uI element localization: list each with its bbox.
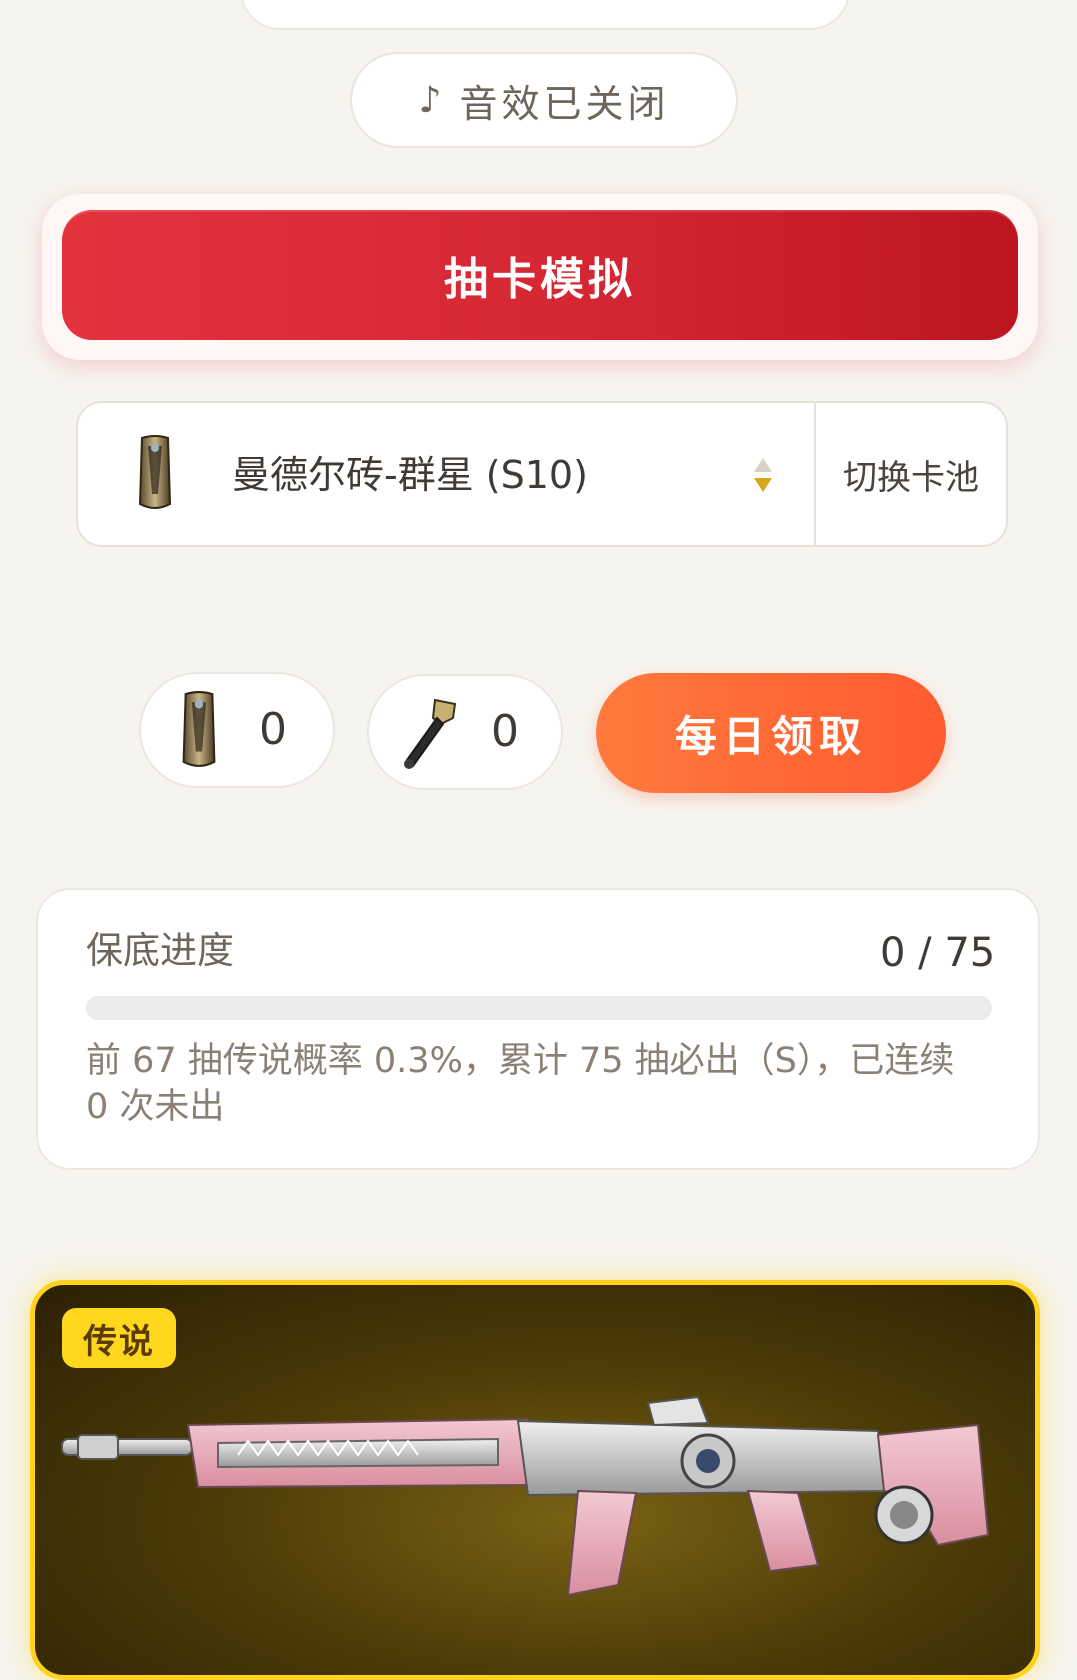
pity-description: 前 67 抽传说概率 0.3%，累计 75 抽必出（S），已连续 0 次未出 [86,1041,955,1127]
daily-claim-button[interactable]: 每日领取 [596,673,946,793]
brick-count: 0 [259,704,287,755]
rarity-badge: 传说 [62,1308,176,1368]
pool-name: 曼德尔砖-群星 (S10) [232,453,588,497]
brick-item-icon [182,691,216,767]
top-card-partial [240,0,850,30]
brick-counter: 0 [139,672,335,788]
switch-pool-button[interactable]: 切换卡池 [816,403,1006,545]
draw-simulate-button[interactable]: 抽卡模拟 [62,210,1018,340]
pity-title: 保底进度 [86,929,234,972]
pity-count: 0 / 75 [880,930,996,976]
sort-arrows-icon [754,458,772,492]
key-count: 0 [491,706,519,757]
key-item-icon [404,698,457,769]
pity-progress-bar [86,996,992,1020]
sound-toggle-label: 音效已关闭 [459,81,670,126]
brick-item-icon [138,435,172,509]
sound-toggle-button[interactable]: ♪ 音效已关闭 [350,52,738,148]
key-counter: 0 [367,674,563,790]
music-note-icon: ♪ [418,79,442,121]
pink-rifle-skin-icon [61,1395,990,1597]
